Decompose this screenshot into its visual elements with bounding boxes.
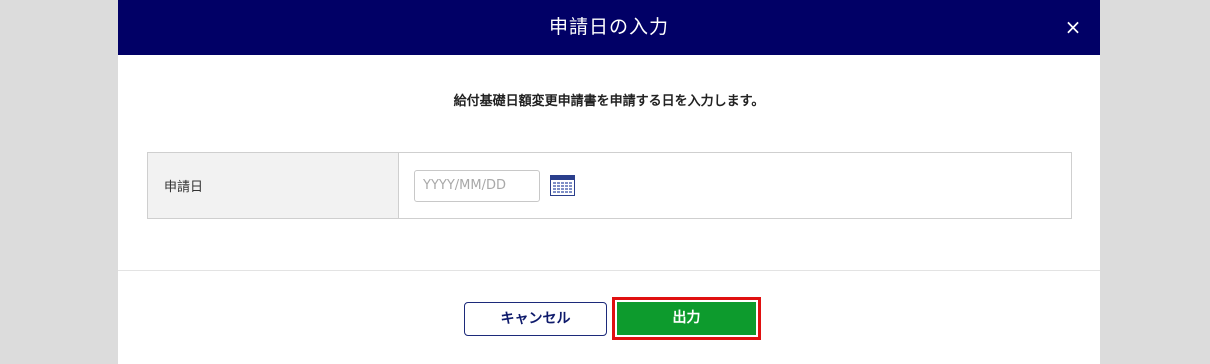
output-button[interactable]: 出力 <box>617 302 756 335</box>
apply-date-label: 申請日 <box>164 180 204 195</box>
calendar-icon[interactable] <box>550 175 575 196</box>
instruction-text: 給付基礎日額変更申請書を申請する日を入力します。 <box>453 94 765 109</box>
footer-divider <box>118 270 1100 271</box>
apply-date-input[interactable] <box>414 169 540 202</box>
submit-highlight: 出力 <box>612 297 761 340</box>
form-table: 申請日 <box>147 152 1072 219</box>
field-value-cell <box>399 153 1071 218</box>
field-label-cell: 申請日 <box>148 153 399 218</box>
close-icon: × <box>1064 15 1082 39</box>
cancel-button[interactable]: キャンセル <box>464 302 607 336</box>
dialog-header: 申請日の入力 × <box>118 0 1100 55</box>
close-button[interactable]: × <box>1060 14 1086 40</box>
apply-date-dialog: 申請日の入力 × 給付基礎日額変更申請書を申請する日を入力します。 申請日 YY… <box>118 0 1100 364</box>
dialog-title: 申請日の入力 <box>548 16 669 38</box>
